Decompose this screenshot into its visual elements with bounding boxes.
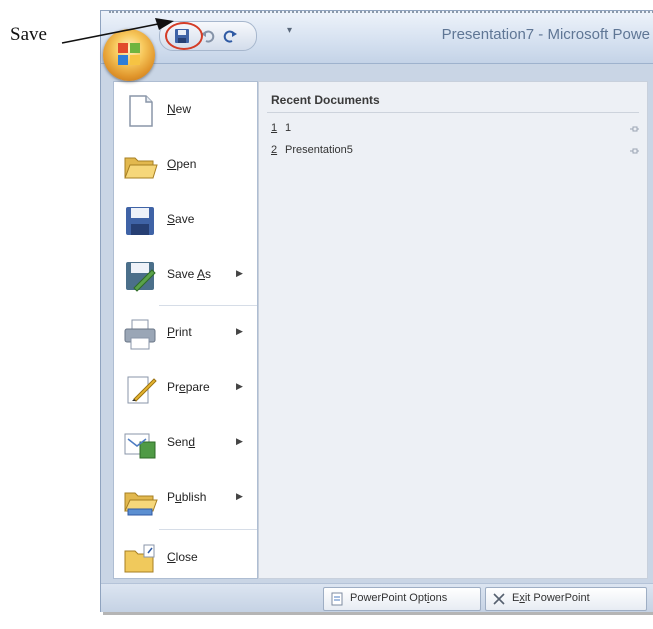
menu-item-send-label: Send — [167, 435, 196, 449]
menu-item-print-label: Print — [167, 325, 192, 339]
close-folder-icon — [124, 544, 155, 573]
office-menu: New Open Save Save As ▶ Print ▶ Prepare … — [113, 81, 258, 579]
pin-icon[interactable] — [629, 146, 639, 156]
save-as-icon — [126, 262, 156, 292]
customize-qat-dropdown-icon[interactable]: ▾ — [287, 25, 292, 36]
menu-item-prepare-label: Prepare — [167, 380, 210, 394]
recent-document-name: Presentation5 — [285, 144, 353, 156]
submenu-arrow-icon: ▶ — [236, 268, 243, 278]
recent-divider — [267, 112, 639, 113]
close-x-icon — [493, 593, 505, 605]
menu-separator — [159, 305, 257, 306]
publish-icon — [124, 492, 158, 516]
pin-icon[interactable] — [629, 124, 639, 134]
menu-item-open-label: Open — [167, 157, 197, 171]
menu-item-close-label: Close — [167, 550, 198, 564]
options-document-icon — [331, 592, 343, 606]
save-highlight-circle — [165, 22, 203, 50]
menu-item-send[interactable]: Send ▶ — [114, 418, 257, 472]
printer-icon — [124, 319, 156, 350]
submenu-arrow-icon: ▶ — [236, 491, 243, 501]
powerpoint-options-button[interactable]: PowerPoint Options — [323, 587, 481, 611]
submenu-arrow-icon: ▶ — [236, 381, 243, 391]
recent-document-item[interactable]: 1 1 — [271, 122, 639, 140]
menu-item-save-label: Save — [167, 212, 195, 226]
menu-item-save-as[interactable]: Save As ▶ — [114, 250, 257, 304]
save-callout-label: Save — [10, 24, 47, 45]
new-document-icon — [129, 95, 153, 127]
open-folder-icon — [124, 157, 158, 179]
menu-item-publish-label: Publish — [167, 490, 207, 504]
menu-item-prepare[interactable]: Prepare ▶ — [114, 363, 257, 417]
menu-item-publish[interactable]: Publish ▶ — [114, 473, 257, 527]
menu-item-new[interactable]: New — [114, 85, 257, 139]
menu-item-print[interactable]: Print ▶ — [114, 308, 257, 362]
submenu-arrow-icon: ▶ — [236, 436, 243, 446]
menu-item-new-label: New — [167, 102, 192, 116]
submenu-arrow-icon: ▶ — [236, 326, 243, 336]
title-bar: ▾ Presentation7 - Microsoft Powe — [101, 11, 653, 64]
menu-item-open[interactable]: Open — [114, 140, 257, 194]
powerpoint-window: ▾ Presentation7 - Microsoft Powe New Ope… — [100, 10, 653, 612]
menu-footer: PowerPoint Options Exit PowerPoint — [101, 583, 653, 612]
menu-separator — [159, 529, 257, 530]
menu-item-save-as-label: Save As — [167, 267, 212, 281]
exit-powerpoint-label: Exit PowerPoint — [512, 592, 590, 604]
recent-documents-title: Recent Documents — [271, 93, 380, 107]
window-title: Presentation7 - Microsoft Powe — [441, 26, 650, 43]
title-bar-dots — [109, 11, 653, 15]
send-icon — [124, 433, 156, 459]
office-logo-icon — [118, 43, 140, 65]
recent-document-item[interactable]: 2 Presentation5 — [271, 144, 639, 162]
recent-document-number: 1 — [271, 122, 278, 134]
powerpoint-options-label: PowerPoint Options — [350, 592, 448, 604]
recent-documents-pane: Recent Documents 1 1 2 Presentation5 — [258, 81, 648, 579]
recent-document-number: 2 — [271, 144, 278, 156]
office-button[interactable] — [103, 29, 155, 81]
save-disk-icon — [126, 207, 154, 235]
recent-document-name: 1 — [285, 122, 292, 134]
menu-item-save[interactable]: Save — [114, 195, 257, 249]
menu-item-close[interactable]: Close — [114, 533, 257, 587]
redo-icon[interactable] — [222, 28, 238, 44]
prepare-icon — [127, 376, 157, 404]
exit-powerpoint-button[interactable]: Exit PowerPoint — [485, 587, 647, 611]
